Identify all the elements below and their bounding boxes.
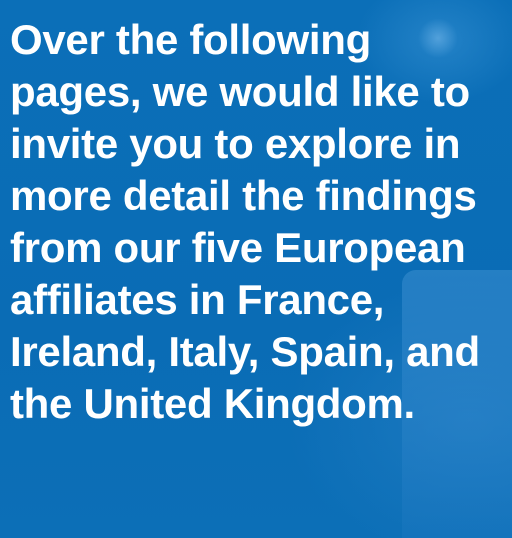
intro-paragraph: Over the following pages, we would like … [10,16,480,427]
